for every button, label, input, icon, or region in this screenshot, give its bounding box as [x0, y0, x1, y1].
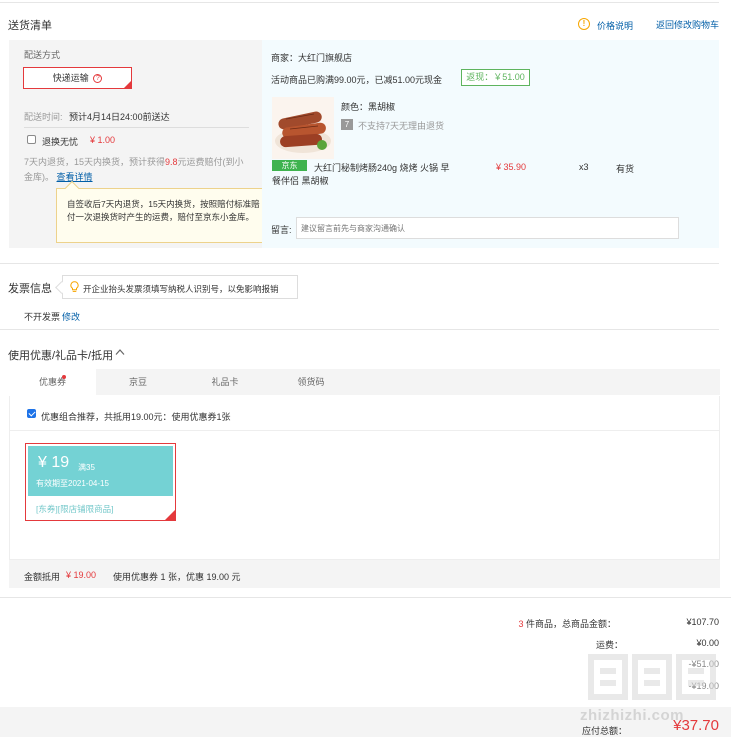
- tab-pickup-code-label: 领货码: [297, 377, 325, 387]
- express-delivery-button[interactable]: 快递运输 ?: [23, 67, 132, 89]
- lightbulb-icon: [70, 281, 79, 292]
- divider-invoice: [0, 263, 719, 264]
- product-price: ¥ 35.90: [496, 162, 527, 172]
- selected-corner-icon: [124, 81, 131, 88]
- coupon-amount: ¥ 19: [38, 454, 70, 471]
- coupon-condition: 满35: [78, 463, 95, 472]
- express-delivery-label: 快递运输: [52, 73, 89, 83]
- coupon-inner-divider: [10, 430, 719, 431]
- return-service-tooltip: 自签收后7天内退货，15天内换货，按照赔付标准赔付一次退换货时产生的运费，赔付至…: [56, 180, 272, 243]
- return-desc-highlight: 9.8: [165, 157, 178, 167]
- shipping-amount: ¥0.00: [696, 638, 719, 648]
- hint-arrow: [55, 281, 68, 294]
- delivery-divider: [24, 127, 249, 128]
- watermark-text: zhizhizhi.com: [580, 707, 684, 724]
- coupon-tags: [东券][限店铺限商品]: [36, 503, 113, 515]
- delivery-time: 配送时间: 预计4月14日24:00前送达: [24, 110, 170, 123]
- merchant-name: 商家：大红门旗舰店: [271, 53, 353, 63]
- product-spec: 颜色：黑胡椒: [341, 102, 396, 112]
- tab-jingdou[interactable]: 京豆: [93, 369, 183, 395]
- promo-text: 活动商品已购满99.00元，已减51.00元现金: [271, 75, 443, 85]
- no-return-icon: 7: [341, 119, 353, 130]
- section-title-delivery: 送货清单: [8, 20, 52, 32]
- price-note-link[interactable]: 价格说明: [597, 19, 633, 32]
- return-service-desc: 7天内退货，15天内换货，预计获得9.8元运费赔付(到小 金库)。 查看详情: [24, 155, 252, 185]
- message-label: 留言:: [271, 225, 292, 235]
- watermark-logo-icon: [588, 654, 716, 700]
- product-name-line2[interactable]: 餐伴侣 黑胡椒: [272, 174, 329, 187]
- delivery-time-label: 配送时间:: [24, 112, 63, 122]
- message-input[interactable]: [296, 217, 679, 239]
- coupon-selected-corner-icon: [165, 510, 175, 520]
- divider-coupon: [0, 329, 719, 330]
- chevron-up-icon[interactable]: [115, 348, 125, 356]
- recommend-text: 优惠组合推荐，共抵用19.00元：使用优惠券1张: [41, 412, 231, 422]
- tab-jingdou-label: 京豆: [128, 377, 147, 387]
- goods-count: 3 件商品，总商品金额：: [518, 617, 616, 630]
- invoice-hint-box: 开企业抬头发票须填写纳税人识别号，以免影响报销: [55, 275, 298, 299]
- back-to-cart-link[interactable]: 返回修改购物车: [656, 18, 719, 31]
- coupon-summary-amount: ¥ 19.00: [66, 570, 97, 580]
- return-desc-part1: 7天内退货，15天内换货，预计获得: [24, 157, 166, 167]
- tab-coupons[interactable]: 优惠券: [9, 369, 96, 395]
- tab-pickup-code[interactable]: 领货码: [266, 369, 356, 395]
- no-return-text: 不支持7天无理由退货: [358, 121, 445, 131]
- coupon-validity: 有效期至2021-04-15: [36, 479, 109, 488]
- tab-giftcard[interactable]: 礼品卡: [180, 369, 270, 395]
- top-divider: [0, 2, 719, 3]
- invoice-value: 不开发票: [24, 312, 61, 322]
- warning-icon: !: [578, 18, 590, 30]
- coupon-tag-east: [东券]: [36, 504, 58, 514]
- return-desc-part3: 金库)。: [24, 172, 54, 182]
- tab-giftcard-label: 礼品卡: [211, 377, 239, 387]
- goods-count-number: 3: [518, 619, 524, 629]
- product-qty: x3: [579, 162, 589, 172]
- coupon-summary-desc: 使用优惠券 1 张，优惠 19.00 元: [113, 572, 241, 582]
- product-name-line1[interactable]: 大红门秘制烤肠240g 烧烤 火锅 早: [314, 161, 450, 174]
- return-desc-part2: 元运费赔付(到小: [177, 157, 244, 167]
- coupon-summary-label: 金额抵用: [24, 572, 61, 582]
- goods-count-label: 件商品，总商品金额：: [525, 619, 616, 629]
- invoice-hint-text: 开企业抬头发票须填写纳税人识别号，以免影响报销: [83, 284, 279, 294]
- delivery-method-label: 配送方式: [24, 50, 61, 60]
- delivery-time-value: 预计4月14日24:00前送达: [69, 112, 170, 122]
- rebate-badge: 返现：￥51.00: [461, 69, 530, 86]
- product-image[interactable]: [272, 97, 334, 159]
- payable-label: 应付总额：: [582, 726, 628, 736]
- divider-totals: [0, 597, 731, 598]
- tooltip-text: 自签收后7天内退货，15天内换货，按照赔付标准赔付一次退换货时产生的运费，赔付至…: [67, 199, 260, 222]
- return-service-price: ¥ 1.00: [90, 135, 116, 145]
- section-title-invoice: 发票信息: [8, 283, 52, 295]
- return-service-checkbox[interactable]: [27, 135, 36, 144]
- watermark-logo: [583, 653, 723, 713]
- sausage-image-icon: [272, 97, 334, 159]
- return-service-label: 退换无忧: [42, 137, 79, 147]
- return-detail-link[interactable]: 查看详情: [57, 172, 93, 182]
- invoice-edit-link[interactable]: 修改: [62, 310, 80, 323]
- help-icon[interactable]: ?: [93, 74, 103, 84]
- shipping-label: 运费：: [595, 640, 623, 650]
- product-stock: 有货: [616, 164, 635, 174]
- goods-amount: ¥107.70: [686, 617, 719, 627]
- jd-logistics-badge-icon: 京东: [272, 160, 307, 171]
- tab-coupons-dot: [62, 375, 66, 379]
- coupon-card[interactable]: ¥ 19 满35 有效期至2021-04-15 [东券][限店铺限商品]: [25, 443, 176, 521]
- recommend-checkbox[interactable]: [27, 409, 36, 418]
- coupon-tag-limit: [限店铺限商品]: [57, 504, 114, 514]
- section-title-coupon[interactable]: 使用优惠/礼品卡/抵用: [8, 347, 113, 363]
